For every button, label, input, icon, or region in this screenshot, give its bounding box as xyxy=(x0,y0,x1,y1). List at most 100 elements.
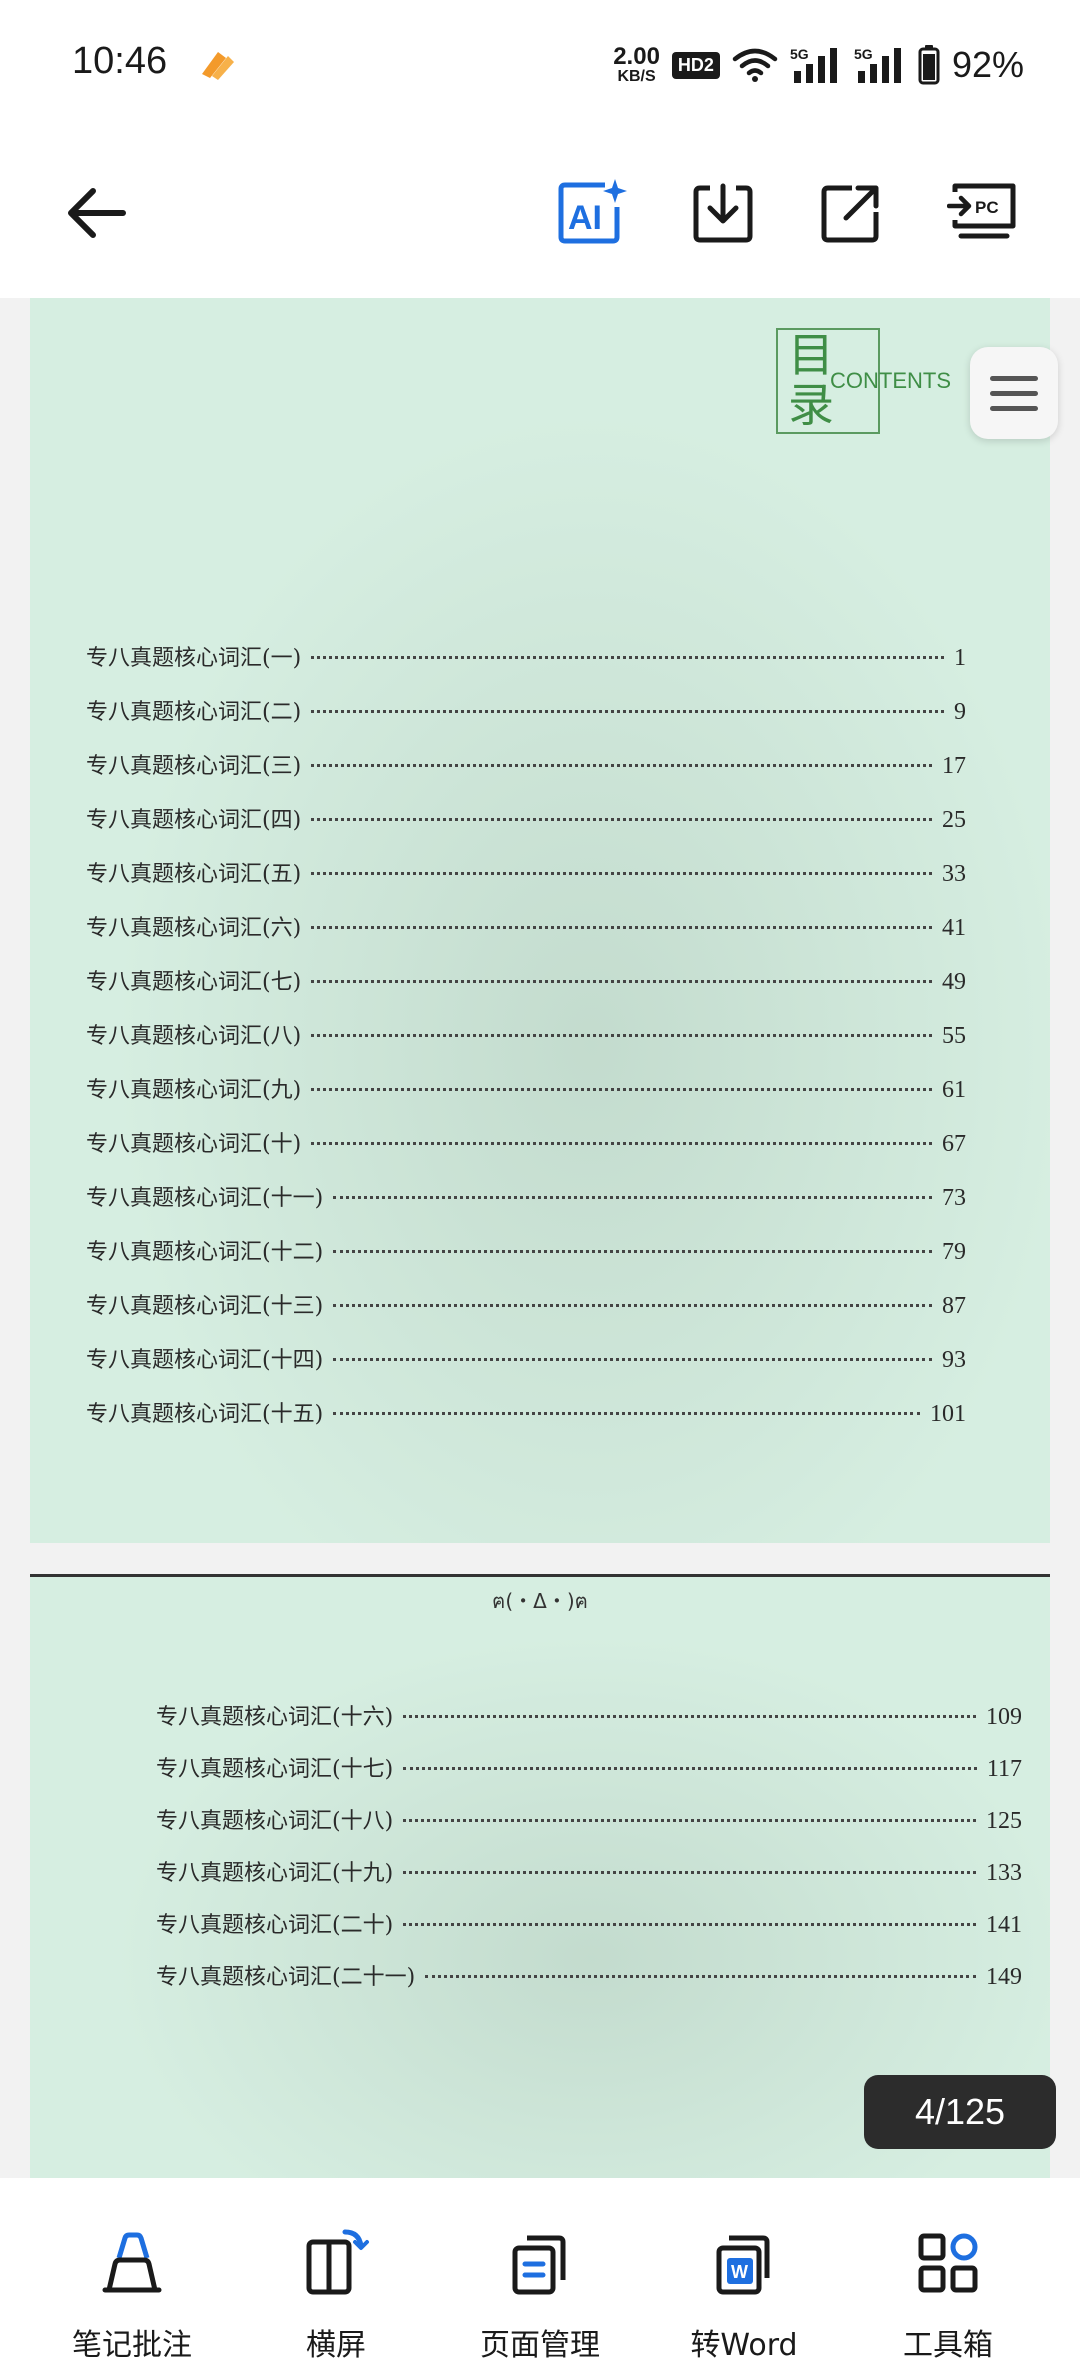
toc-entry-page: 117 xyxy=(986,1756,1022,1782)
toc-entry-title: 专八真题核心词汇(四) xyxy=(86,808,302,833)
back-button[interactable] xyxy=(50,168,140,258)
toc-entry-page: 17 xyxy=(942,753,966,779)
toc-entry-page: 55 xyxy=(942,1023,966,1049)
toc-entry-title: 专八真题核心词汇(十) xyxy=(86,1132,302,1157)
toc-entry-title: 专八真题核心词汇(十二) xyxy=(86,1240,324,1265)
toc-entry[interactable]: 专八真题核心词汇(十二) 79 xyxy=(86,1234,966,1266)
svg-text:5G: 5G xyxy=(854,46,873,62)
toc-entry-page: 9 xyxy=(954,699,966,725)
battery-percentage: 92% xyxy=(951,44,1024,85)
toc-entry[interactable]: 专八真题核心词汇(五) 33 xyxy=(86,856,966,888)
toolbox-icon xyxy=(918,2233,978,2293)
toc-entry[interactable]: 专八真题核心词汇(七) 49 xyxy=(86,964,966,996)
toc-entry-page: 33 xyxy=(942,861,966,887)
toc-entry-title: 专八真题核心词汇(二) xyxy=(86,700,302,725)
toc-entry[interactable]: 专八真题核心词汇(十五) 101 xyxy=(86,1396,966,1428)
toc-leader-dots xyxy=(333,1304,932,1307)
toolbox-button[interactable]: 工具箱 xyxy=(858,2228,1038,2364)
page-management-button[interactable]: 页面管理 xyxy=(450,2228,630,2364)
ai-assistant-button[interactable]: AI xyxy=(546,168,636,258)
share-button[interactable] xyxy=(806,168,896,258)
toc-leader-dots xyxy=(333,1412,920,1415)
toc-leader-dots xyxy=(311,1142,932,1145)
pages-icon xyxy=(512,2235,566,2295)
document-viewer[interactable]: 目 录 CONTENTS 专八真题核心词汇(一) 1 专八真题核心词汇(二) 9 专八真… xyxy=(0,298,1080,2178)
toc-entry[interactable]: 专八真题核心词汇(十) 67 xyxy=(86,1126,966,1158)
page-indicator: 4/125 xyxy=(864,2075,1056,2149)
toc-entry[interactable]: 专八真题核心词汇(九) 61 xyxy=(86,1072,966,1104)
toc-entry[interactable]: 专八真题核心词汇(十四) 93 xyxy=(86,1342,966,1374)
download-button[interactable] xyxy=(678,168,768,258)
toc-entry-page: 1 xyxy=(954,645,966,671)
toc-entry-title: 专八真题核心词汇(十八) xyxy=(156,1809,394,1834)
toc-entry[interactable]: 专八真题核心词汇(十八) 125 xyxy=(156,1803,1022,1835)
toc-leader-dots xyxy=(311,656,944,659)
toc-entry-page: 61 xyxy=(942,1077,966,1103)
rotate-screen-icon xyxy=(306,2229,369,2295)
toc-entry-page: 49 xyxy=(942,969,966,995)
outline-menu-button[interactable] xyxy=(970,347,1058,439)
svg-text:5G: 5G xyxy=(790,46,809,62)
toc-entry[interactable]: 专八真题核心词汇(三) 17 xyxy=(86,748,966,780)
toc-leader-dots xyxy=(425,1975,976,1978)
download-icon xyxy=(693,183,753,243)
toc-entry-page: 141 xyxy=(986,1912,1022,1938)
toc-leader-dots xyxy=(403,1923,976,1926)
toc-leader-dots xyxy=(311,710,944,713)
toc-entry-title: 专八真题核心词汇(五) xyxy=(86,862,302,887)
toc-entry-page: 87 xyxy=(942,1293,966,1319)
toc-entry-page: 25 xyxy=(942,807,966,833)
svg-text:W: W xyxy=(731,2262,748,2282)
pc-cast-icon: PC xyxy=(947,183,1016,239)
toc-entry[interactable]: 专八真题核心词汇(十三) 87 xyxy=(86,1288,966,1320)
ai-sparkle-icon: AI xyxy=(558,179,627,244)
toc-leader-dots xyxy=(403,1767,977,1770)
toc-entry-page: 149 xyxy=(986,1964,1022,1990)
wifi-icon xyxy=(732,48,778,82)
toc-entry-title: 专八真题核心词汇(十七) xyxy=(156,1757,394,1782)
toc-entry-title: 专八真题核心词汇(三) xyxy=(86,754,302,779)
cast-to-pc-button[interactable]: PC xyxy=(938,168,1028,258)
toc-leader-dots xyxy=(333,1358,932,1361)
landscape-button[interactable]: 横屏 xyxy=(246,2228,426,2364)
toc-entry[interactable]: 专八真题核心词汇(二十) 141 xyxy=(156,1907,1022,1939)
toc-entry-title: 专八真题核心词汇(九) xyxy=(86,1078,302,1103)
toc-entry[interactable]: 专八真题核心词汇(十九) 133 xyxy=(156,1855,1022,1887)
toc-entry-title: 专八真题核心词汇(八) xyxy=(86,1024,302,1049)
toc-entry-page: 101 xyxy=(930,1401,966,1427)
toc-entry[interactable]: 专八真题核心词汇(十七) 117 xyxy=(156,1751,1022,1783)
toc-entry-title: 专八真题核心词汇(十一) xyxy=(86,1186,324,1211)
toc-entry[interactable]: 专八真题核心词汇(二十一) 149 xyxy=(156,1959,1022,1991)
toc-entry[interactable]: 专八真题核心词汇(十六) 109 xyxy=(156,1699,1022,1731)
top-toolbar: AI PC xyxy=(0,130,1080,298)
arrow-left-icon xyxy=(68,188,126,238)
signal-5g-icon-2: 5G xyxy=(854,46,901,83)
highlighter-icon xyxy=(102,2232,162,2293)
toc-entry[interactable]: 专八真题核心词汇(一) 1 xyxy=(86,640,966,672)
toc-entry[interactable]: 专八真题核心词汇(四) 25 xyxy=(86,802,966,834)
toc-entry-page: 73 xyxy=(942,1185,966,1211)
toc-entry-page: 41 xyxy=(942,915,966,941)
document-page-1[interactable]: 目 录 CONTENTS 专八真题核心词汇(一) 1 专八真题核心词汇(二) 9 专八真… xyxy=(30,298,1050,1543)
svg-text:PC: PC xyxy=(975,198,999,217)
toc-entry-title: 专八真题核心词汇(一) xyxy=(86,646,302,671)
toc-leader-dots xyxy=(311,764,932,767)
toc-leader-dots xyxy=(333,1250,932,1253)
status-bar: 10:46 2.00 KB/S HD2 5G 5G 92% xyxy=(0,0,1080,130)
toc-leader-dots xyxy=(311,1088,932,1091)
convert-to-word-button[interactable]: W 转Word xyxy=(654,2228,834,2364)
toc-entry-title: 专八真题核心词汇(二十) xyxy=(156,1913,394,1938)
notes-annotation-button[interactable]: 笔记批注 xyxy=(42,2228,222,2364)
app-notification-icon xyxy=(202,52,234,80)
toc-leader-dots xyxy=(403,1715,976,1718)
toc-entry-title: 专八真题核心词汇(十四) xyxy=(86,1348,324,1373)
toc-entry[interactable]: 专八真题核心词汇(六) 41 xyxy=(86,910,966,942)
toc-leader-dots xyxy=(403,1819,976,1822)
toc-entry-page: 125 xyxy=(986,1808,1022,1834)
toc-leader-dots xyxy=(333,1196,932,1199)
toc-entry-page: 109 xyxy=(986,1704,1022,1730)
toc-entry[interactable]: 专八真题核心词汇(二) 9 xyxy=(86,694,966,726)
toc-entry[interactable]: 专八真题核心词汇(八) 55 xyxy=(86,1018,966,1050)
toc-leader-dots xyxy=(311,872,932,875)
toc-entry[interactable]: 专八真题核心词汇(十一) 73 xyxy=(86,1180,966,1212)
